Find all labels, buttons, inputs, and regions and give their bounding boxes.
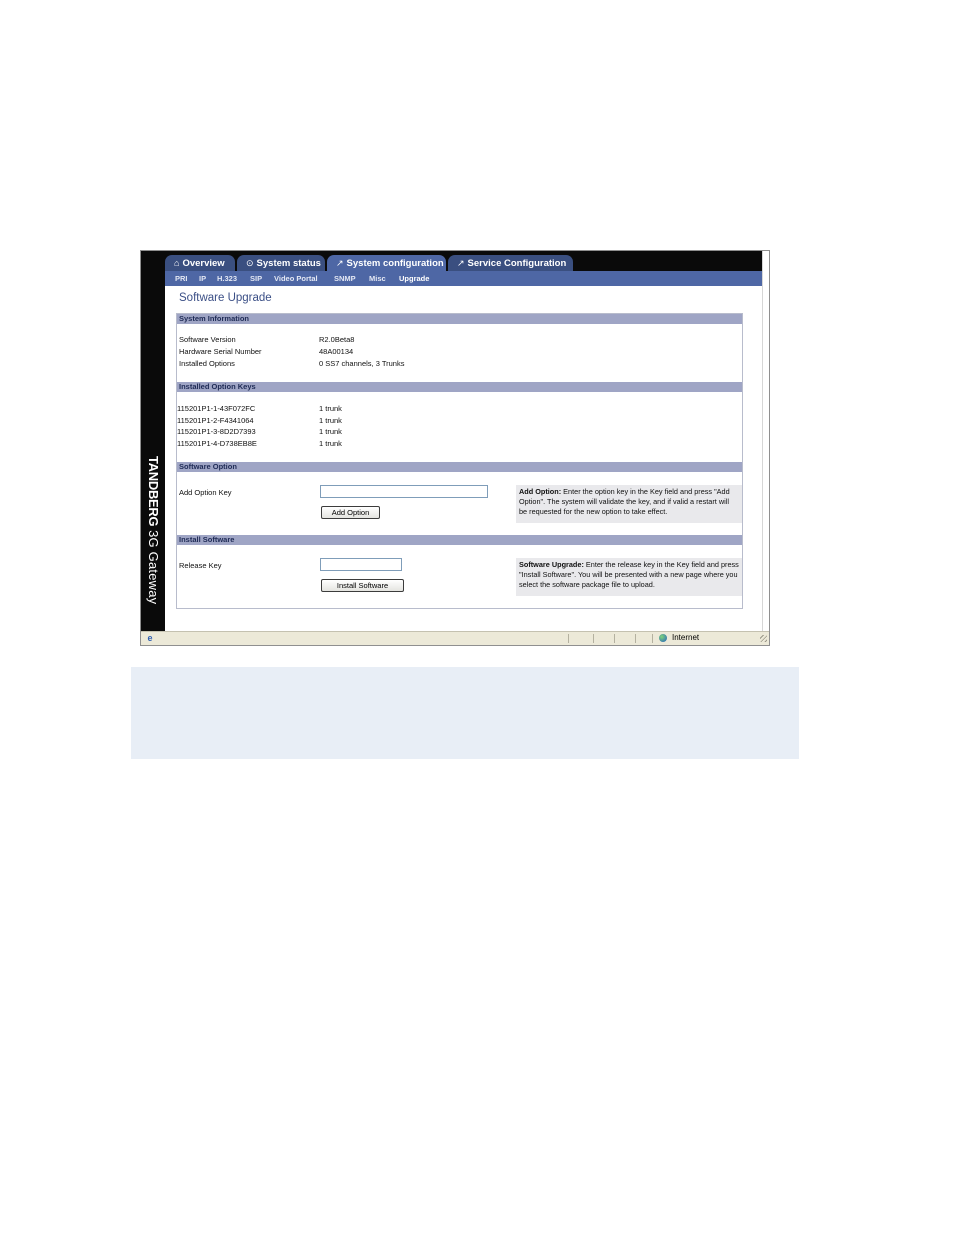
status-icon: ⊙ [246, 258, 254, 268]
tab-system-status[interactable]: ⊙ System status [237, 255, 325, 271]
info-label: Installed Options [179, 359, 235, 368]
info-label: Software Version [179, 335, 236, 344]
upgrade-panel: System Information Software Version R2.0… [176, 313, 743, 609]
wrench-icon: ↗ [457, 258, 465, 268]
section-system-information: System Information [177, 314, 742, 324]
info-value: R2.0Beta8 [319, 335, 355, 344]
status-divider [635, 634, 636, 643]
globe-icon [659, 634, 667, 642]
tab-label: Service Configuration [467, 258, 567, 269]
section-software-option: Software Option [177, 462, 742, 472]
home-icon: ⌂ [174, 258, 180, 268]
option-key-value: 1 trunk [319, 416, 342, 425]
brand-name: TANDBERG [146, 456, 161, 527]
main-tabs: ⌂ Overview ⊙ System status ↗ System configu… [165, 251, 762, 271]
option-key-input[interactable] [320, 485, 488, 498]
option-key: 115201P1-2-F4341064 [177, 416, 254, 425]
status-bar: e Internet [141, 631, 769, 645]
info-value: 48A00134 [319, 347, 354, 356]
brand-logo: TANDBERG 3G Gateway [142, 456, 164, 616]
add-option-button[interactable]: Add Option [321, 506, 380, 519]
info-value: 0 SS7 channels, 3 Trunks [319, 359, 405, 368]
page-icon: e [147, 633, 153, 643]
brand-sidebar: TANDBERG 3G Gateway [141, 251, 165, 631]
subnav-item-h323[interactable]: H.323 [217, 274, 237, 283]
tab-service-configuration[interactable]: ↗ Service Configuration [448, 255, 573, 271]
content-area: Software Upgrade System Information Soft… [165, 286, 762, 631]
tab-label: System status [256, 258, 321, 269]
wrench-icon: ↗ [336, 258, 344, 268]
info-label: Hardware Serial Number [179, 347, 262, 356]
status-divider [593, 634, 594, 643]
install-software-button[interactable]: Install Software [321, 579, 404, 592]
option-key: 115201P1-1-43F072FC [177, 404, 256, 413]
option-key-value: 1 trunk [319, 427, 342, 436]
resize-grip-icon[interactable] [760, 635, 767, 642]
status-divider [652, 634, 653, 643]
software-upgrade-help: Software Upgrade: Enter the release key … [516, 558, 742, 596]
add-option-help-title: Add Option: [519, 487, 562, 496]
add-option-key-label: Add Option Key [179, 488, 232, 497]
release-key-input[interactable] [320, 558, 402, 571]
option-key-value: 1 trunk [319, 404, 342, 413]
subnav-item-sip[interactable]: SIP [250, 274, 262, 283]
subnav-item-video-portal[interactable]: Video Portal [274, 274, 318, 283]
subnav-item-pri[interactable]: PRI [175, 274, 188, 283]
option-key-value: 1 trunk [319, 439, 342, 448]
tab-label: System configuration [346, 258, 444, 269]
status-divider [568, 634, 569, 643]
tab-system-configuration[interactable]: ↗ System configuration [327, 255, 446, 271]
add-option-help: Add Option: Enter the option key in the … [516, 485, 742, 523]
tab-label: Overview [182, 258, 225, 269]
subnav-item-upgrade[interactable]: Upgrade [399, 274, 429, 283]
browser-window: TANDBERG 3G Gateway ⌂ Overview ⊙ System st… [140, 250, 770, 646]
option-key: 115201P1-4-D738EB8E [177, 439, 257, 448]
caption-box [131, 667, 799, 759]
option-key: 115201P1-3-8D2D7393 [177, 427, 256, 436]
software-upgrade-help-title: Software Upgrade: [519, 560, 584, 569]
subnav-item-snmp[interactable]: SNMP [334, 274, 356, 283]
subnav-bar: PRI IP H.323 SIP Video Portal SNMP Misc … [165, 271, 762, 286]
subnav-item-misc[interactable]: Misc [369, 274, 386, 283]
security-zone: Internet [672, 633, 700, 642]
vertical-scrollbar[interactable] [762, 251, 769, 631]
brand-product: 3G Gateway [146, 530, 161, 605]
section-install-software: Install Software [177, 535, 742, 545]
section-installed-option-keys: Installed Option Keys [177, 382, 742, 392]
subnav-item-ip[interactable]: IP [199, 274, 206, 283]
status-divider [614, 634, 615, 643]
tab-overview[interactable]: ⌂ Overview [165, 255, 235, 271]
page-title: Software Upgrade [179, 292, 272, 304]
release-key-label: Release Key [179, 561, 222, 570]
